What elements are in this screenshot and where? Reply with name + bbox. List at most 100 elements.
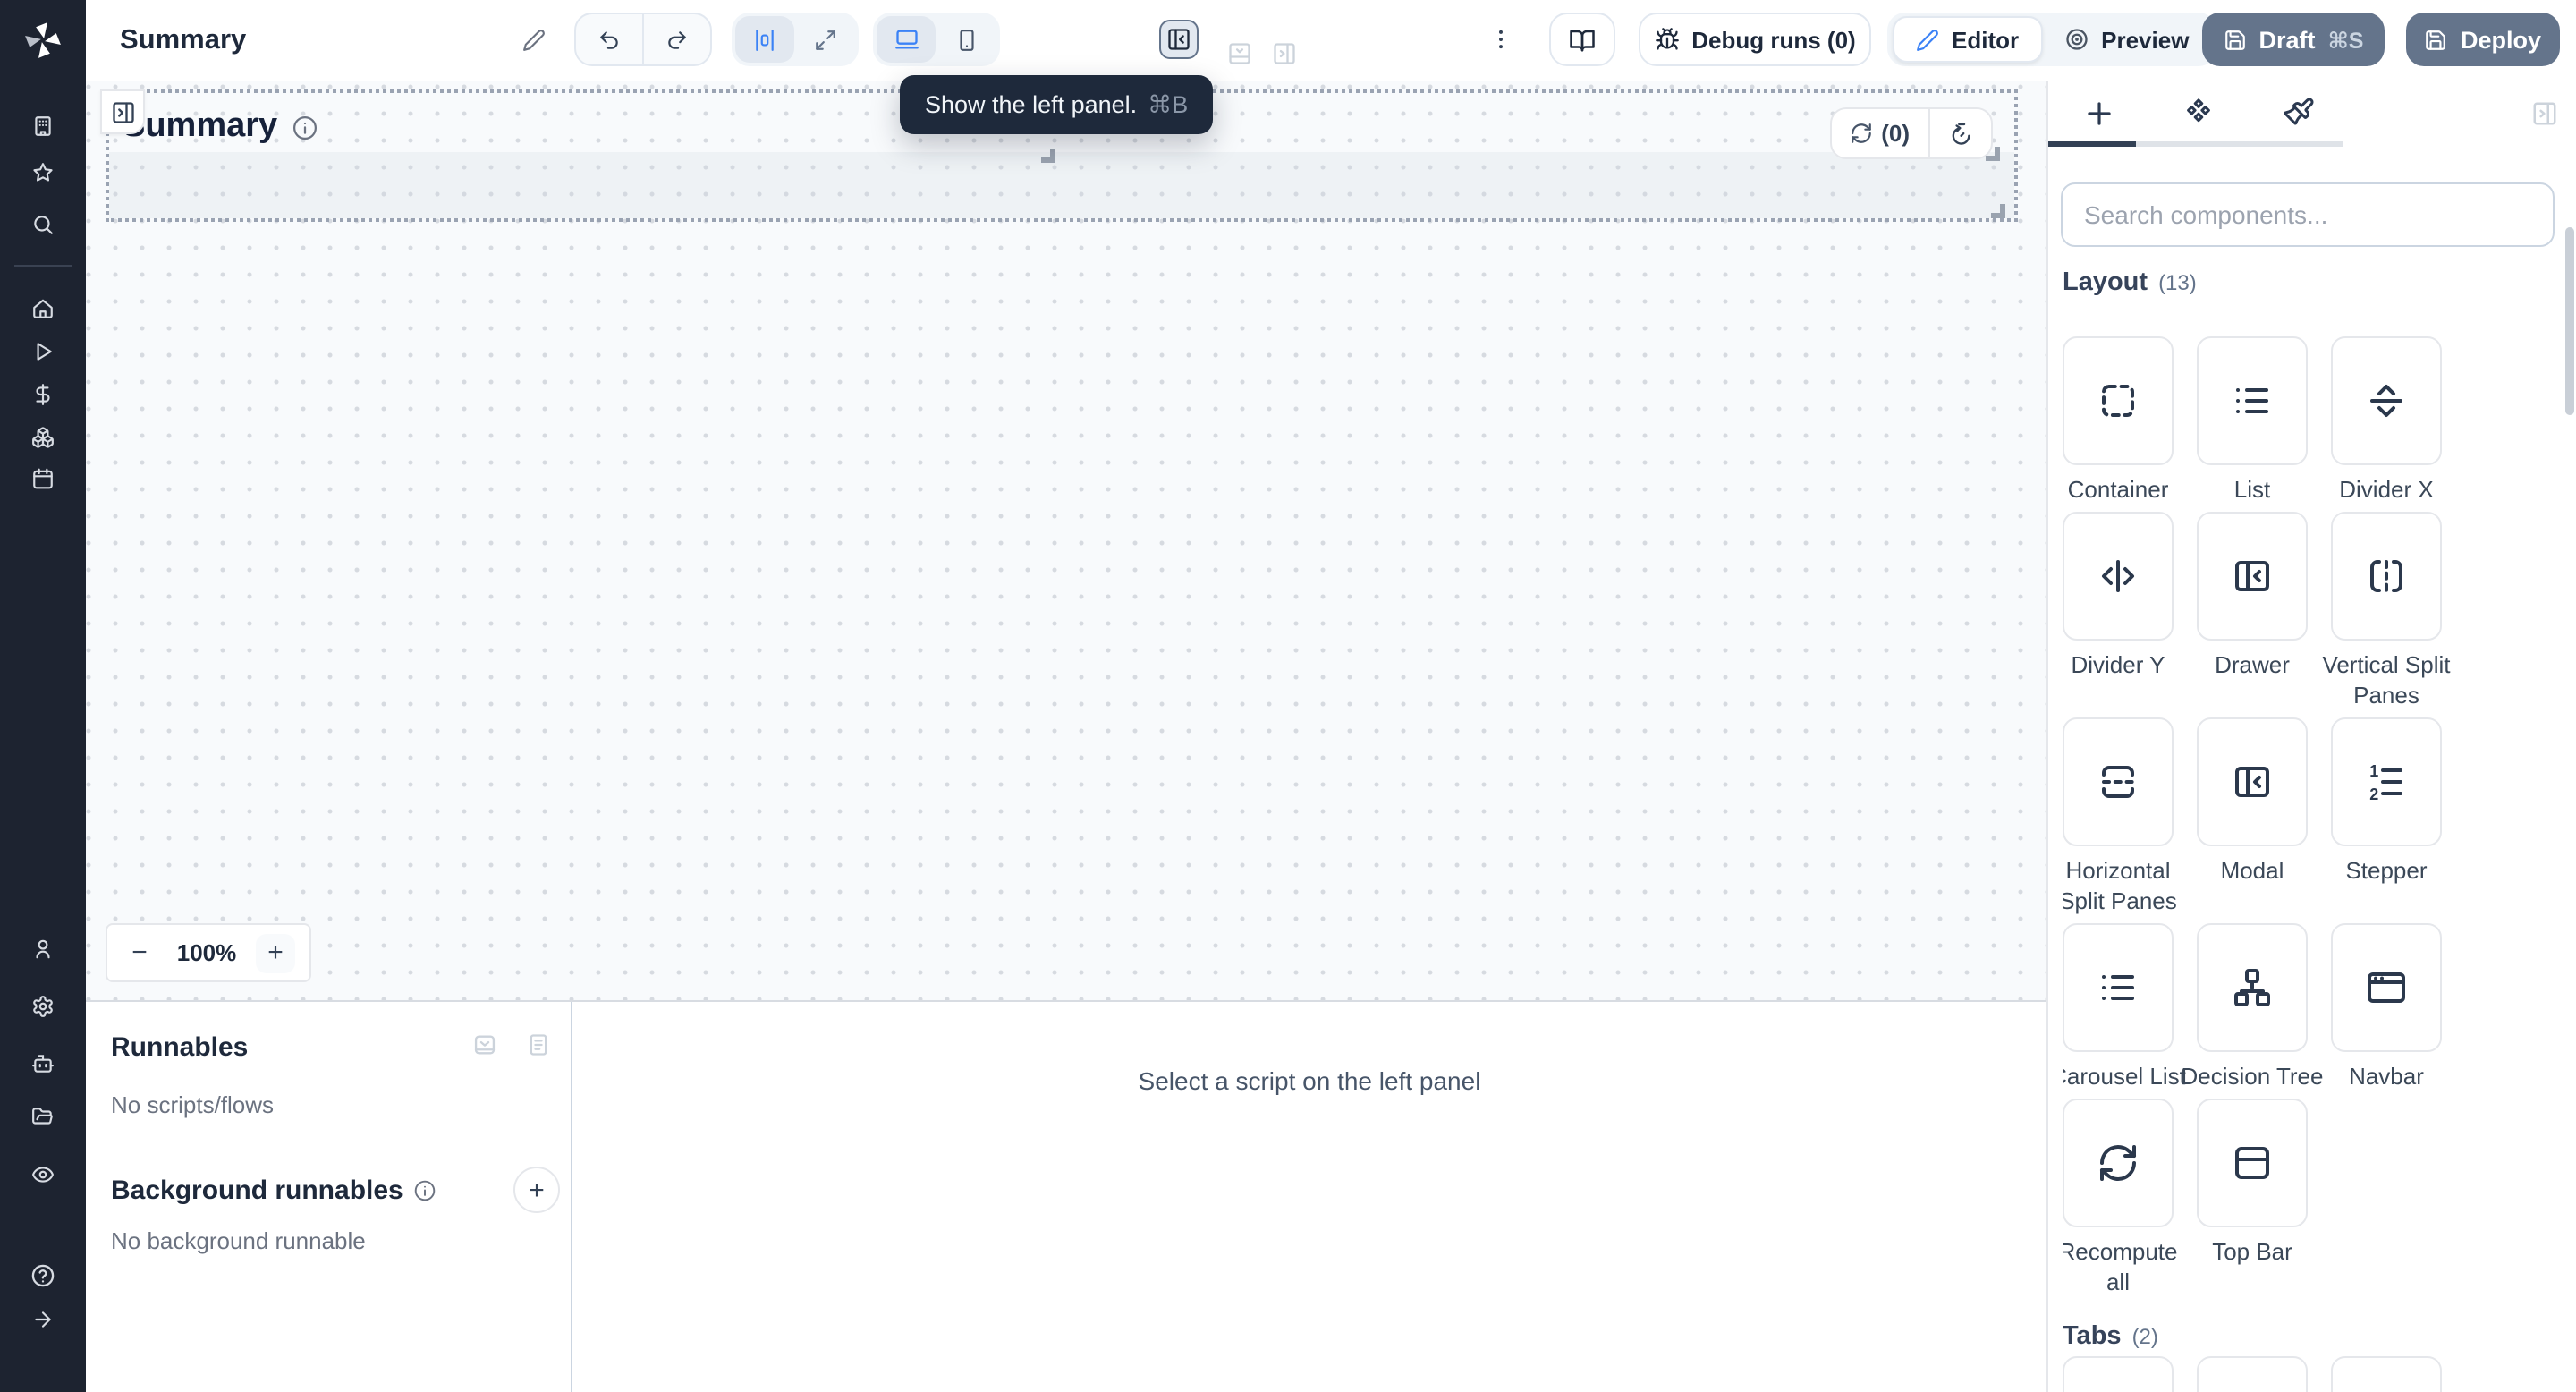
expand-arrow-icon[interactable]	[31, 1308, 55, 1331]
tab-insert-component[interactable]	[2048, 81, 2148, 145]
component-card-window[interactable]	[2331, 923, 2442, 1052]
component-label: Navbar	[2315, 1061, 2458, 1091]
component-cell: Divider Y	[2063, 512, 2174, 680]
component-card-list[interactable]	[2197, 336, 2308, 465]
tab-component-settings[interactable]	[2148, 81, 2249, 145]
list-icon	[2097, 966, 2140, 1009]
schedule-refresh-button[interactable]	[1929, 121, 1990, 146]
app-canvas[interactable]: Summary (0) − 100% +	[86, 81, 2046, 1000]
search-components-input[interactable]	[2061, 182, 2555, 247]
preview-lens-icon	[2063, 27, 2089, 52]
undo-button[interactable]	[576, 14, 642, 64]
list-view-icon[interactable]	[526, 1032, 551, 1057]
component-card-divider-x[interactable]	[2331, 336, 2442, 465]
zoom-out-button[interactable]: −	[122, 935, 157, 971]
resize-handle[interactable]	[1990, 204, 2004, 218]
desktop-toggle[interactable]	[877, 16, 936, 63]
preview-tab[interactable]: Preview	[2042, 18, 2210, 61]
topbar-icon	[2231, 1142, 2274, 1184]
component-card-divider-y[interactable]	[2063, 512, 2174, 641]
favorites-star-icon[interactable]	[31, 161, 55, 184]
refresh-all-button[interactable]: (0)	[1831, 120, 1928, 147]
user-icon[interactable]	[31, 938, 55, 961]
component-card[interactable]	[2197, 1356, 2308, 1392]
info-icon[interactable]	[414, 1179, 437, 1202]
toggle-right-panel-button[interactable]	[1272, 27, 1297, 81]
component-card-container[interactable]	[2063, 336, 2174, 465]
resize-handle[interactable]	[1985, 147, 1999, 161]
component-card-list[interactable]	[2063, 923, 2174, 1052]
docs-button[interactable]	[1549, 13, 1615, 66]
deploy-button[interactable]: Deploy	[2406, 13, 2560, 66]
component-cell	[2063, 1356, 2174, 1392]
drawer-icon	[2231, 760, 2274, 803]
toggle-left-panel-button[interactable]	[1159, 20, 1199, 59]
draft-label: Draft	[2259, 26, 2316, 53]
panel-right-icon	[1272, 41, 1297, 66]
component-cell: Navbar	[2331, 923, 2442, 1091]
component-card-tree[interactable]	[2197, 923, 2308, 1052]
runs-play-icon[interactable]	[31, 340, 55, 363]
history-button-group	[574, 13, 712, 66]
component-label: Horizontal Split Panes	[2063, 855, 2190, 916]
component-label: Stepper	[2315, 855, 2458, 886]
home-icon[interactable]	[31, 297, 55, 320]
toggle-bottom-panel-button[interactable]	[1227, 27, 1252, 81]
component-card-refresh[interactable]	[2063, 1099, 2174, 1227]
component-cell: Horizontal Split Panes	[2063, 717, 2174, 916]
debug-runs-button[interactable]: Debug runs (0)	[1639, 13, 1871, 66]
section-tabs-title: Tabs(2)	[2063, 1322, 2562, 1353]
component-card[interactable]	[2063, 1356, 2174, 1392]
schedules-calendar-icon[interactable]	[31, 467, 55, 490]
component-card-stepper[interactable]: 12	[2331, 717, 2442, 846]
workspace-icon[interactable]	[31, 115, 55, 138]
section-count: (2)	[2132, 1324, 2158, 1349]
billing-dollar-icon[interactable]	[31, 383, 55, 406]
help-icon[interactable]	[30, 1263, 55, 1288]
open-left-panel-button[interactable]	[100, 89, 145, 134]
collapse-right-panel-icon[interactable]	[2531, 100, 2558, 127]
canvas-width-group	[732, 13, 859, 66]
component-label: Decision Tree	[2181, 1061, 2324, 1091]
redo-button[interactable]	[644, 14, 710, 64]
component-cell: Container	[2063, 336, 2174, 505]
book-open-icon	[1569, 26, 1596, 53]
centered-width-toggle[interactable]	[735, 16, 794, 63]
search-icon[interactable]	[31, 213, 55, 236]
zoom-level: 100%	[177, 939, 237, 966]
vsplit-icon	[2365, 555, 2408, 598]
settings-gear-icon[interactable]	[31, 995, 55, 1018]
workers-robot-icon[interactable]	[31, 1052, 55, 1075]
folders-icon[interactable]	[31, 1106, 55, 1129]
windmill-logo-icon[interactable]	[22, 20, 64, 61]
divider-y-icon	[2097, 555, 2140, 598]
tab-global-styling[interactable]	[2249, 81, 2349, 145]
panel-bottom-icon	[1227, 41, 1252, 66]
resources-boxes-icon[interactable]	[31, 426, 55, 449]
add-background-runnable-button[interactable]: +	[513, 1167, 560, 1213]
component-card-hsplit[interactable]	[2063, 717, 2174, 846]
editor-tab[interactable]: Editor	[1893, 16, 2042, 63]
zoom-in-button[interactable]: +	[256, 933, 295, 972]
component-card[interactable]	[2331, 1356, 2442, 1392]
component-grid: ContainerListDivider XDivider YDrawerVer…	[2063, 336, 2562, 1297]
inline-scripts-icon[interactable]	[472, 1032, 497, 1057]
component-panel-tabs	[2048, 81, 2349, 145]
more-options-button[interactable]	[1488, 13, 1513, 66]
component-card-topbar[interactable]	[2197, 1099, 2308, 1227]
scrollbar-thumb[interactable]	[2565, 227, 2574, 415]
component-card-vsplit[interactable]	[2331, 512, 2442, 641]
resize-handle[interactable]	[1040, 149, 1055, 163]
info-icon[interactable]	[292, 114, 318, 140]
edit-title-button[interactable]	[522, 13, 546, 66]
container-icon	[2097, 379, 2140, 422]
component-label: Carousel List	[2063, 1061, 2190, 1091]
component-card-drawer[interactable]	[2197, 717, 2308, 846]
list-icon	[2231, 379, 2274, 422]
save-icon	[2224, 28, 2247, 51]
mobile-toggle[interactable]	[937, 16, 996, 63]
draft-button[interactable]: Draft ⌘S	[2202, 13, 2385, 66]
component-card-drawer[interactable]	[2197, 512, 2308, 641]
viewers-eye-icon[interactable]	[31, 1163, 55, 1186]
full-width-toggle[interactable]	[796, 16, 855, 63]
